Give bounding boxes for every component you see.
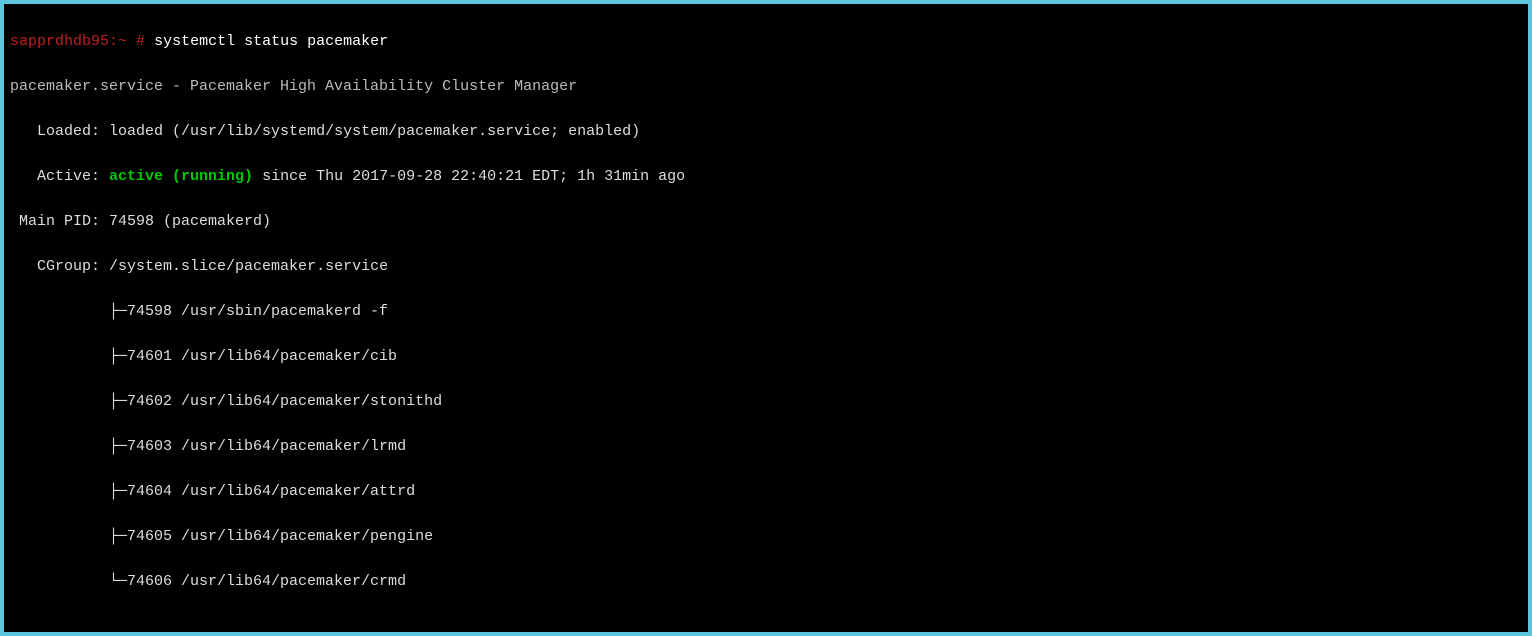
active-status: active (running)	[109, 168, 253, 185]
cgroup-line: CGroup: /system.slice/pacemaker.service	[10, 256, 1522, 279]
prompt-host: sapprdhdb95:~	[10, 33, 127, 50]
mainpid-value: 74598 (pacemakerd)	[109, 213, 271, 230]
loaded-line: Loaded: loaded (/usr/lib/systemd/system/…	[10, 121, 1522, 144]
cgroup-tree-item: ├─74604 /usr/lib64/pacemaker/attrd	[10, 481, 1522, 504]
cgroup-tree-item: └─74606 /usr/lib64/pacemaker/crmd	[10, 571, 1522, 594]
command-line: sapprdhdb95:~ # systemctl status pacemak…	[10, 31, 1522, 54]
blank-line	[10, 616, 1522, 633]
mainpid-line: Main PID: 74598 (pacemakerd)	[10, 211, 1522, 234]
prompt-hash: #	[127, 33, 145, 50]
terminal-window[interactable]: sapprdhdb95:~ # systemctl status pacemak…	[4, 4, 1528, 632]
active-label: Active:	[10, 168, 109, 185]
unit-line: pacemaker.service - Pacemaker High Avail…	[10, 76, 1522, 99]
command-text: systemctl status pacemaker	[154, 33, 388, 50]
cgroup-label: CGroup:	[10, 258, 109, 275]
cgroup-tree-item: ├─74598 /usr/sbin/pacemakerd -f	[10, 301, 1522, 324]
cgroup-tree-item: ├─74603 /usr/lib64/pacemaker/lrmd	[10, 436, 1522, 459]
loaded-label: Loaded:	[10, 123, 109, 140]
cgroup-tree-item: ├─74602 /usr/lib64/pacemaker/stonithd	[10, 391, 1522, 414]
active-since: since Thu 2017-09-28 22:40:21 EDT; 1h 31…	[253, 168, 685, 185]
cgroup-tree-item: ├─74605 /usr/lib64/pacemaker/pengine	[10, 526, 1522, 549]
mainpid-label: Main PID:	[10, 213, 109, 230]
cgroup-tree-item: ├─74601 /usr/lib64/pacemaker/cib	[10, 346, 1522, 369]
active-line: Active: active (running) since Thu 2017-…	[10, 166, 1522, 189]
loaded-value: loaded (/usr/lib/systemd/system/pacemake…	[109, 123, 640, 140]
cgroup-value: /system.slice/pacemaker.service	[109, 258, 388, 275]
